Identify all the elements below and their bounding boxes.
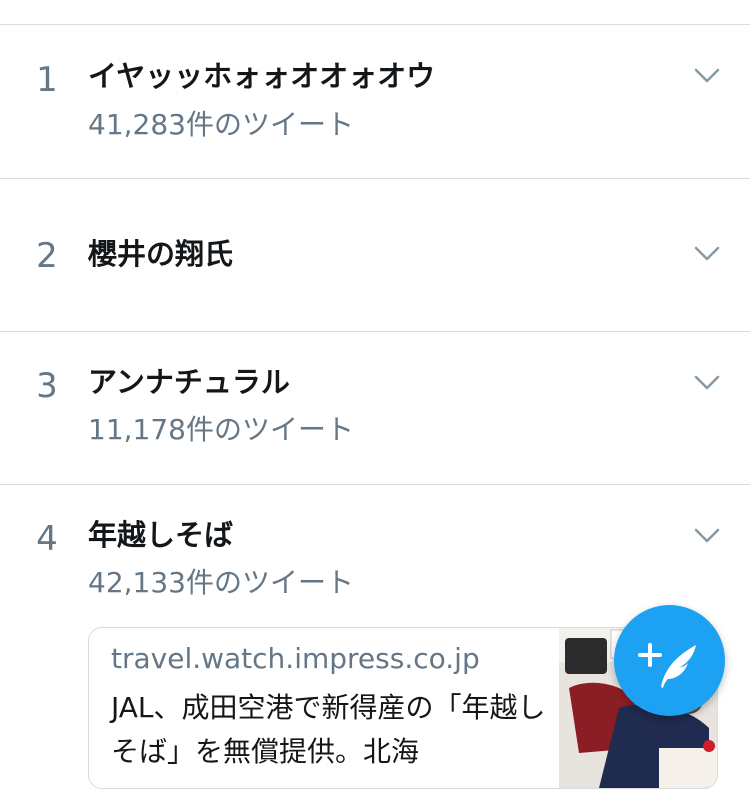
link-title: JAL、成田空港で新得産の「年越しそば」を無償提供。北海 [111, 691, 546, 768]
trend-title: アンナチュラル [88, 365, 290, 399]
trend-item-1[interactable]: 1 イヤッッホォォオオォオウ 41,283件のツイート [0, 26, 750, 178]
chevron-down-icon[interactable] [694, 246, 720, 262]
trend-item-2[interactable]: 2 櫻井の翔氏 [0, 179, 750, 331]
trend-title: 櫻井の翔氏 [88, 237, 234, 271]
trend-title: イヤッッホォォオオォオウ [88, 59, 436, 93]
chevron-down-icon[interactable] [694, 528, 720, 544]
trend-rank: 4 [36, 519, 58, 559]
trend-rank: 1 [36, 60, 58, 100]
trend-tweet-count: 11,178件のツイート [88, 413, 354, 446]
top-divider [0, 24, 750, 25]
trend-title: 年越しそば [88, 518, 234, 552]
link-domain: travel.watch.impress.co.jp [111, 642, 480, 675]
chevron-down-icon[interactable] [694, 68, 720, 84]
compose-tweet-icon [638, 643, 696, 688]
trend-item-3[interactable]: 3 アンナチュラル 11,178件のツイート [0, 332, 750, 484]
compose-tweet-button[interactable] [614, 605, 725, 716]
trend-rank: 3 [36, 366, 58, 406]
trend-tweet-count: 41,283件のツイート [88, 108, 354, 141]
trend-rank: 2 [36, 236, 58, 276]
chevron-down-icon[interactable] [694, 375, 720, 391]
trend-tweet-count: 42,133件のツイート [88, 566, 354, 599]
